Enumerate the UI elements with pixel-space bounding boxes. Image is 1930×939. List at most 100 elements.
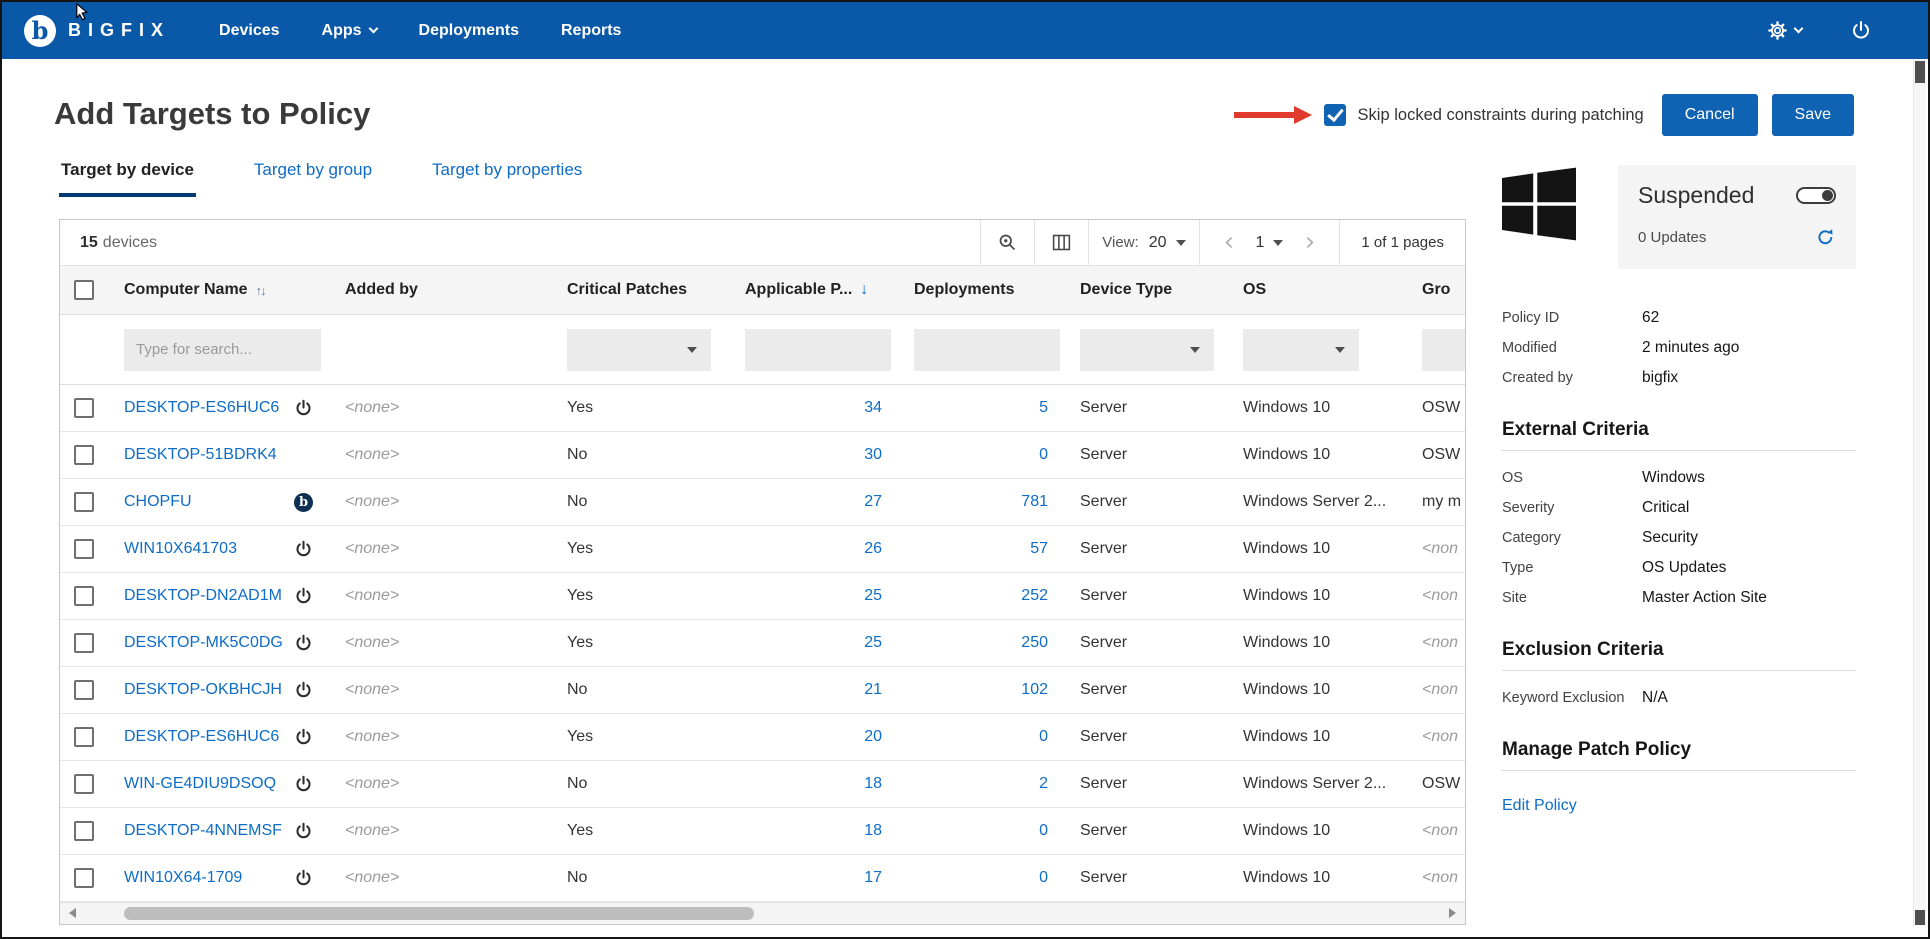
filter-select-critical-patches[interactable] [567, 329, 711, 371]
sort-desc-icon[interactable]: ↓ [860, 281, 868, 299]
column-header-added-by[interactable]: Added by [329, 281, 551, 299]
deployments-link[interactable]: 0 [1039, 822, 1048, 839]
applicable-patches-link[interactable]: 25 [864, 587, 882, 604]
nav-item-reports[interactable]: Reports [540, 2, 642, 59]
filter-select-device-type[interactable] [1080, 329, 1214, 371]
applicable-patches-link[interactable]: 18 [864, 775, 882, 792]
tab-target-by-properties[interactable]: Target by properties [430, 160, 584, 197]
critical-patches-value: Yes [551, 822, 729, 840]
applicable-patches-link[interactable]: 20 [864, 728, 882, 745]
row-checkbox[interactable] [74, 539, 94, 559]
deployments-link[interactable]: 2 [1039, 775, 1048, 792]
bigfix-logo-icon[interactable]: b [24, 15, 56, 47]
computer-name-link[interactable]: DESKTOP-ES6HUC6 [124, 728, 279, 746]
row-checkbox[interactable] [74, 445, 94, 465]
applicable-patches-link[interactable]: 34 [864, 399, 882, 416]
computer-name-link[interactable]: WIN-GE4DIU9DSOQ [124, 775, 276, 793]
filter-input-deployments[interactable] [914, 329, 1060, 371]
nav-item-apps[interactable]: Apps [301, 2, 398, 59]
settings-menu-button[interactable] [1767, 20, 1802, 41]
column-picker-icon[interactable] [1048, 232, 1075, 253]
column-header-computer-name[interactable]: Computer Name↑↓ [108, 281, 329, 299]
computer-name-search-input[interactable] [124, 329, 321, 371]
column-header-device-type[interactable]: Device Type [1064, 281, 1227, 299]
row-checkbox[interactable] [74, 680, 94, 700]
column-header-gro[interactable]: Gro [1406, 281, 1466, 299]
row-checkbox[interactable] [74, 774, 94, 794]
search-settings-icon[interactable] [994, 232, 1021, 253]
deployments-link[interactable]: 0 [1039, 869, 1048, 886]
suspended-toggle[interactable] [1796, 187, 1836, 204]
horizontal-scroll-thumb[interactable] [124, 907, 754, 920]
row-checkbox[interactable] [74, 633, 94, 653]
applicable-patches-link[interactable]: 26 [864, 540, 882, 557]
deployments-link[interactable]: 250 [1021, 634, 1048, 651]
scroll-left-arrow-icon[interactable] [69, 908, 76, 918]
applicable-patches-link[interactable]: 27 [864, 493, 882, 510]
applicable-patches-link[interactable]: 30 [864, 446, 882, 463]
applicable-patches-link[interactable]: 21 [864, 681, 882, 698]
column-header-applicable-p[interactable]: Applicable P...↓ [729, 281, 898, 299]
horizontal-scrollbar[interactable] [60, 902, 1465, 924]
tab-target-by-group[interactable]: Target by group [252, 160, 374, 197]
vertical-scroll-thumb[interactable] [1915, 61, 1925, 83]
group-value: <non [1406, 869, 1466, 887]
filter-input-gro[interactable] [1422, 329, 1466, 371]
computer-name-link[interactable]: DESKTOP-51BDRK4 [124, 446, 277, 464]
device-type-value: Server [1064, 822, 1227, 840]
deployments-link[interactable]: 57 [1030, 540, 1048, 557]
column-header-os[interactable]: OS [1227, 281, 1406, 299]
deployments-link[interactable]: 5 [1039, 399, 1048, 416]
computer-name-link[interactable]: DESKTOP-ES6HUC6 [124, 399, 279, 417]
sort-toggle-icon[interactable]: ↑↓ [256, 283, 265, 298]
device-count: 15 devices [60, 220, 157, 265]
page-size-select[interactable]: 20 [1149, 234, 1186, 252]
refresh-icon [1815, 227, 1836, 248]
prev-page-button[interactable] [1213, 234, 1246, 251]
cancel-button[interactable]: Cancel [1662, 94, 1758, 136]
tab-target-by-device[interactable]: Target by device [59, 160, 196, 197]
select-all-checkbox[interactable] [74, 280, 94, 300]
computer-name-link[interactable]: WIN10X641703 [124, 540, 237, 558]
refresh-button[interactable] [1815, 227, 1836, 248]
computer-name-link[interactable]: DESKTOP-DN2AD1M [124, 587, 282, 605]
row-checkbox[interactable] [74, 821, 94, 841]
nav-item-devices[interactable]: Devices [198, 2, 301, 59]
group-value: OSW [1406, 399, 1466, 417]
filter-select-os[interactable] [1243, 329, 1359, 371]
computer-name-link[interactable]: CHOPFU [124, 493, 192, 511]
computer-name-link[interactable]: DESKTOP-4NNEMSF [124, 822, 282, 840]
computer-name-link[interactable]: DESKTOP-OKBHCJH [124, 681, 282, 699]
deployments-link[interactable]: 102 [1021, 681, 1048, 698]
page-number-select[interactable]: 1 [1256, 234, 1284, 252]
detail-row: CategorySecurity [1502, 523, 1856, 553]
column-header-deployments[interactable]: Deployments [898, 281, 1064, 299]
column-header-critical-patches[interactable]: Critical Patches [551, 281, 729, 299]
deployments-link[interactable]: 781 [1021, 493, 1048, 510]
applicable-patches-link[interactable]: 18 [864, 822, 882, 839]
row-checkbox[interactable] [74, 868, 94, 888]
skip-locked-checkbox[interactable] [1324, 104, 1346, 126]
deployments-link[interactable]: 252 [1021, 587, 1048, 604]
row-checkbox[interactable] [74, 586, 94, 606]
logout-button[interactable] [1850, 20, 1872, 42]
applicable-patches-link[interactable]: 25 [864, 634, 882, 651]
next-page-button[interactable] [1293, 234, 1326, 251]
table-header-row: Computer Name↑↓Added byCritical PatchesA… [60, 266, 1465, 315]
save-button[interactable]: Save [1772, 94, 1854, 136]
row-checkbox[interactable] [74, 398, 94, 418]
deployments-link[interactable]: 0 [1039, 446, 1048, 463]
filter-input-applicable-p[interactable] [745, 329, 891, 371]
nav-item-deployments[interactable]: Deployments [398, 2, 540, 59]
scroll-right-arrow-icon[interactable] [1449, 908, 1456, 918]
row-checkbox[interactable] [74, 492, 94, 512]
computer-name-link[interactable]: DESKTOP-MK5C0DG [124, 634, 283, 652]
device-power-icon [294, 681, 313, 700]
vertical-scrollbar[interactable] [1913, 59, 1926, 925]
computer-name-link[interactable]: WIN10X64-1709 [124, 869, 242, 887]
applicable-patches-link[interactable]: 17 [864, 869, 882, 886]
edit-policy-link[interactable]: Edit Policy [1502, 797, 1577, 815]
scroll-down-arrow[interactable] [1915, 910, 1925, 925]
row-checkbox[interactable] [74, 727, 94, 747]
deployments-link[interactable]: 0 [1039, 728, 1048, 745]
